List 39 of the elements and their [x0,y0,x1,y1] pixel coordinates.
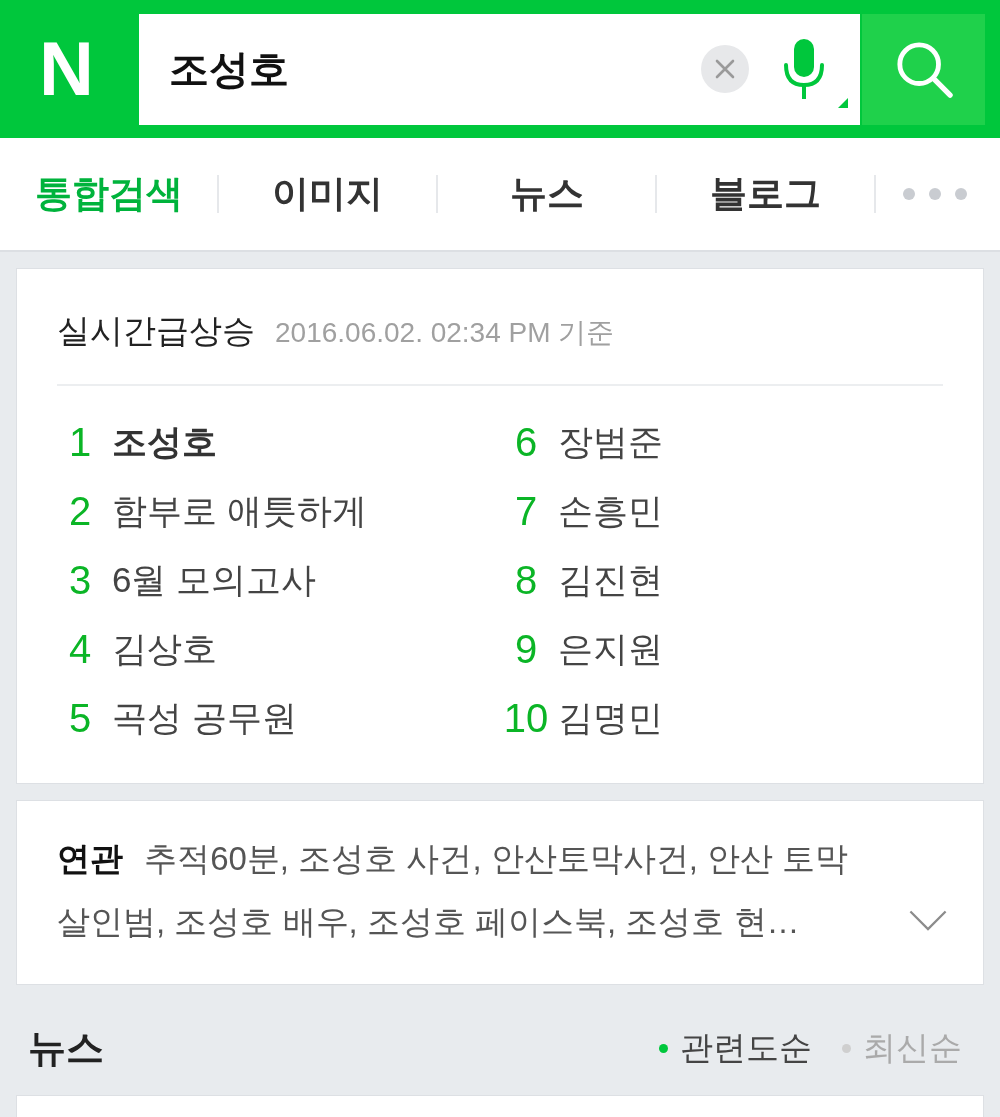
keyword-link[interactable]: 은지원 [558,626,663,673]
sort-option[interactable]: 관련도순 [659,1025,812,1071]
corner-triangle-icon [838,97,848,108]
dot-icon [659,1043,668,1053]
rank-number: 9 [513,627,539,672]
clear-icon[interactable] [701,45,749,93]
trending-title: 실시간급상승 [57,311,255,351]
tab[interactable]: 이미지 [272,171,383,217]
keyword-link[interactable]: 장범준 [558,419,663,466]
keyword-link[interactable]: 6월 모의고사 [112,557,317,604]
news-heading: 뉴스 [28,1025,104,1071]
keyword-link[interactable]: 손흥민 [558,488,663,535]
timestamp: 2016.06.02. 02:34 PM 기준 [275,316,615,350]
dot-icon [842,1043,851,1053]
rank-number: 4 [67,627,93,672]
keyword-link[interactable]: 조성호 [112,419,217,466]
keyword-link[interactable]: 김상호 [112,626,217,673]
keyword-link[interactable]: 곡성 공무원 [112,695,297,742]
keyword-link[interactable]: 김명민 [558,695,663,742]
rank-number: 6 [513,420,539,465]
tab[interactable]: 뉴스 [509,171,584,217]
rank-number: 1 [67,420,93,465]
rank-number: 10 [503,696,549,741]
search-icon [894,40,953,98]
keyword-link[interactable]: 김진현 [558,557,663,604]
rank-number: 5 [67,696,93,741]
tab[interactable]: 블로그 [710,171,821,217]
related-searches-text: 연관 추적60분, 조성호 사건, 안산토막사건, 안산 토막 살인범, 조성호 배우, 조성호 페이스북, 조성호 현… [57,839,850,942]
rank-number: 7 [513,489,539,534]
search-button[interactable] [862,13,985,125]
keyword-link[interactable]: 함부로 애틋하게 [112,488,367,535]
search-field[interactable]: 조성호 [169,41,701,97]
search-box[interactable]: 조성호 [139,13,860,125]
rank-number: 8 [513,558,539,603]
microphone-icon[interactable] [782,39,826,99]
rank-number: 2 [67,489,93,534]
chevron-down-icon[interactable] [909,910,947,931]
rank-number: 3 [67,558,93,603]
more-icon[interactable] [902,187,968,201]
